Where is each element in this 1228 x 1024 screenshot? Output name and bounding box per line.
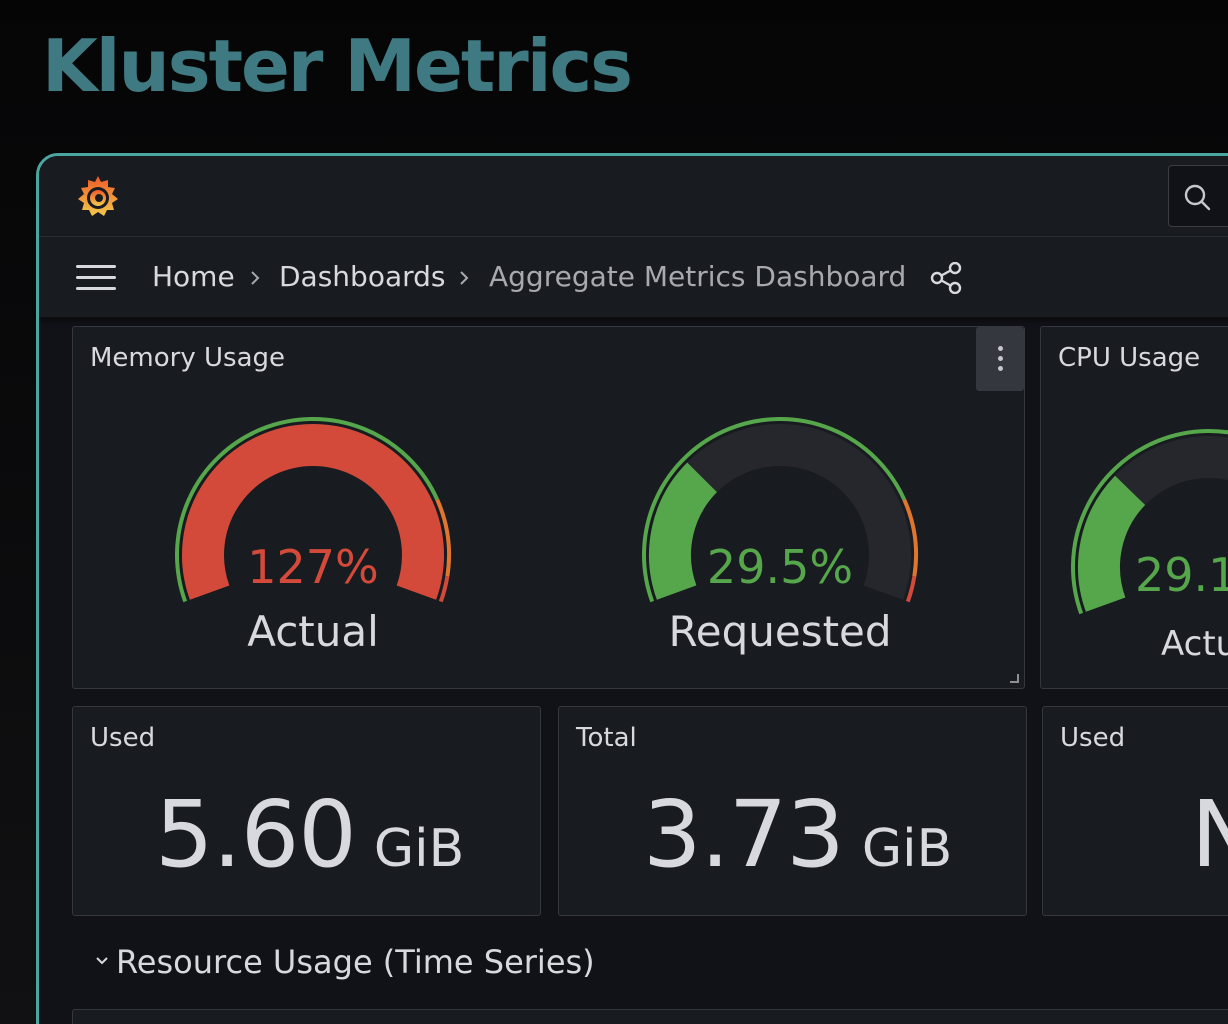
- gauge-label: Actu: [1161, 624, 1228, 664]
- search-input[interactable]: [1168, 165, 1228, 227]
- panel-title: CPU Usage: [1058, 343, 1201, 373]
- panel-title: Total: [576, 723, 637, 753]
- stat-value: 5.60 GiB: [155, 781, 464, 888]
- gauge-threshold-band: [438, 575, 450, 603]
- gauge-label: Requested: [668, 607, 892, 656]
- stat-panel-cpu-used[interactable]: Used N: [1042, 706, 1228, 916]
- gauge-value-arc: [1078, 475, 1146, 612]
- stat-panel-used[interactable]: Used 5.60 GiB: [72, 706, 541, 916]
- gauge-label: Actual: [247, 607, 379, 656]
- top-bar: [39, 156, 1228, 237]
- gauge-value: 127%: [247, 540, 379, 594]
- stat-number: 5.60: [155, 781, 357, 888]
- panel-title: Memory Usage: [90, 343, 286, 373]
- page: Kluster Metrics Home Dashboards Aggregat…: [0, 0, 1228, 1024]
- stat-panel-total[interactable]: Total 3.73 GiB: [558, 706, 1027, 916]
- panel-title: Used: [90, 723, 156, 753]
- gauge-value: 29.17: [1135, 548, 1228, 602]
- breadcrumb-home[interactable]: Home: [152, 260, 235, 294]
- breadcrumb-current: Aggregate Metrics Dashboard: [489, 260, 907, 293]
- breadcrumb-bar: Home Dashboards Aggregate Metrics Dashbo…: [39, 237, 1228, 318]
- kebab-menu-icon[interactable]: [976, 327, 1024, 391]
- stat-value: 3.73 GiB: [643, 781, 952, 888]
- hamburger-menu-icon[interactable]: [76, 265, 116, 291]
- stat-value: N: [1191, 781, 1228, 888]
- panel-title: Used: [1060, 723, 1126, 753]
- stat-number: 3.73: [643, 781, 845, 888]
- page-title: Kluster Metrics: [42, 24, 633, 108]
- row-header-resource-usage[interactable]: Resource Usage (Time Series): [116, 942, 595, 982]
- memory-usage-panel[interactable]: Memory Usage 127% Actual 29.5% Requested: [72, 326, 1025, 689]
- stat-number: N: [1191, 781, 1228, 888]
- stat-unit: GiB: [861, 819, 953, 879]
- share-icon[interactable]: [930, 262, 962, 294]
- search-icon: [1184, 184, 1211, 211]
- gauge-value: 29.5%: [706, 540, 854, 594]
- chevron-right-icon: [251, 271, 260, 285]
- stat-unit: GiB: [373, 819, 465, 879]
- chevron-down-icon[interactable]: [95, 956, 109, 966]
- cpu-usage-panel[interactable]: CPU Usage 29.17 Actu: [1040, 326, 1228, 689]
- gauge-threshold-band: [905, 575, 917, 603]
- chevron-right-icon: [460, 271, 469, 285]
- grafana-logo-icon[interactable]: [73, 172, 123, 222]
- breadcrumb-dashboards[interactable]: Dashboards: [279, 260, 446, 294]
- time-series-panel: [72, 1009, 1228, 1024]
- grafana-window: Home Dashboards Aggregate Metrics Dashbo…: [36, 153, 1228, 1024]
- resize-handle-icon[interactable]: [1008, 672, 1020, 684]
